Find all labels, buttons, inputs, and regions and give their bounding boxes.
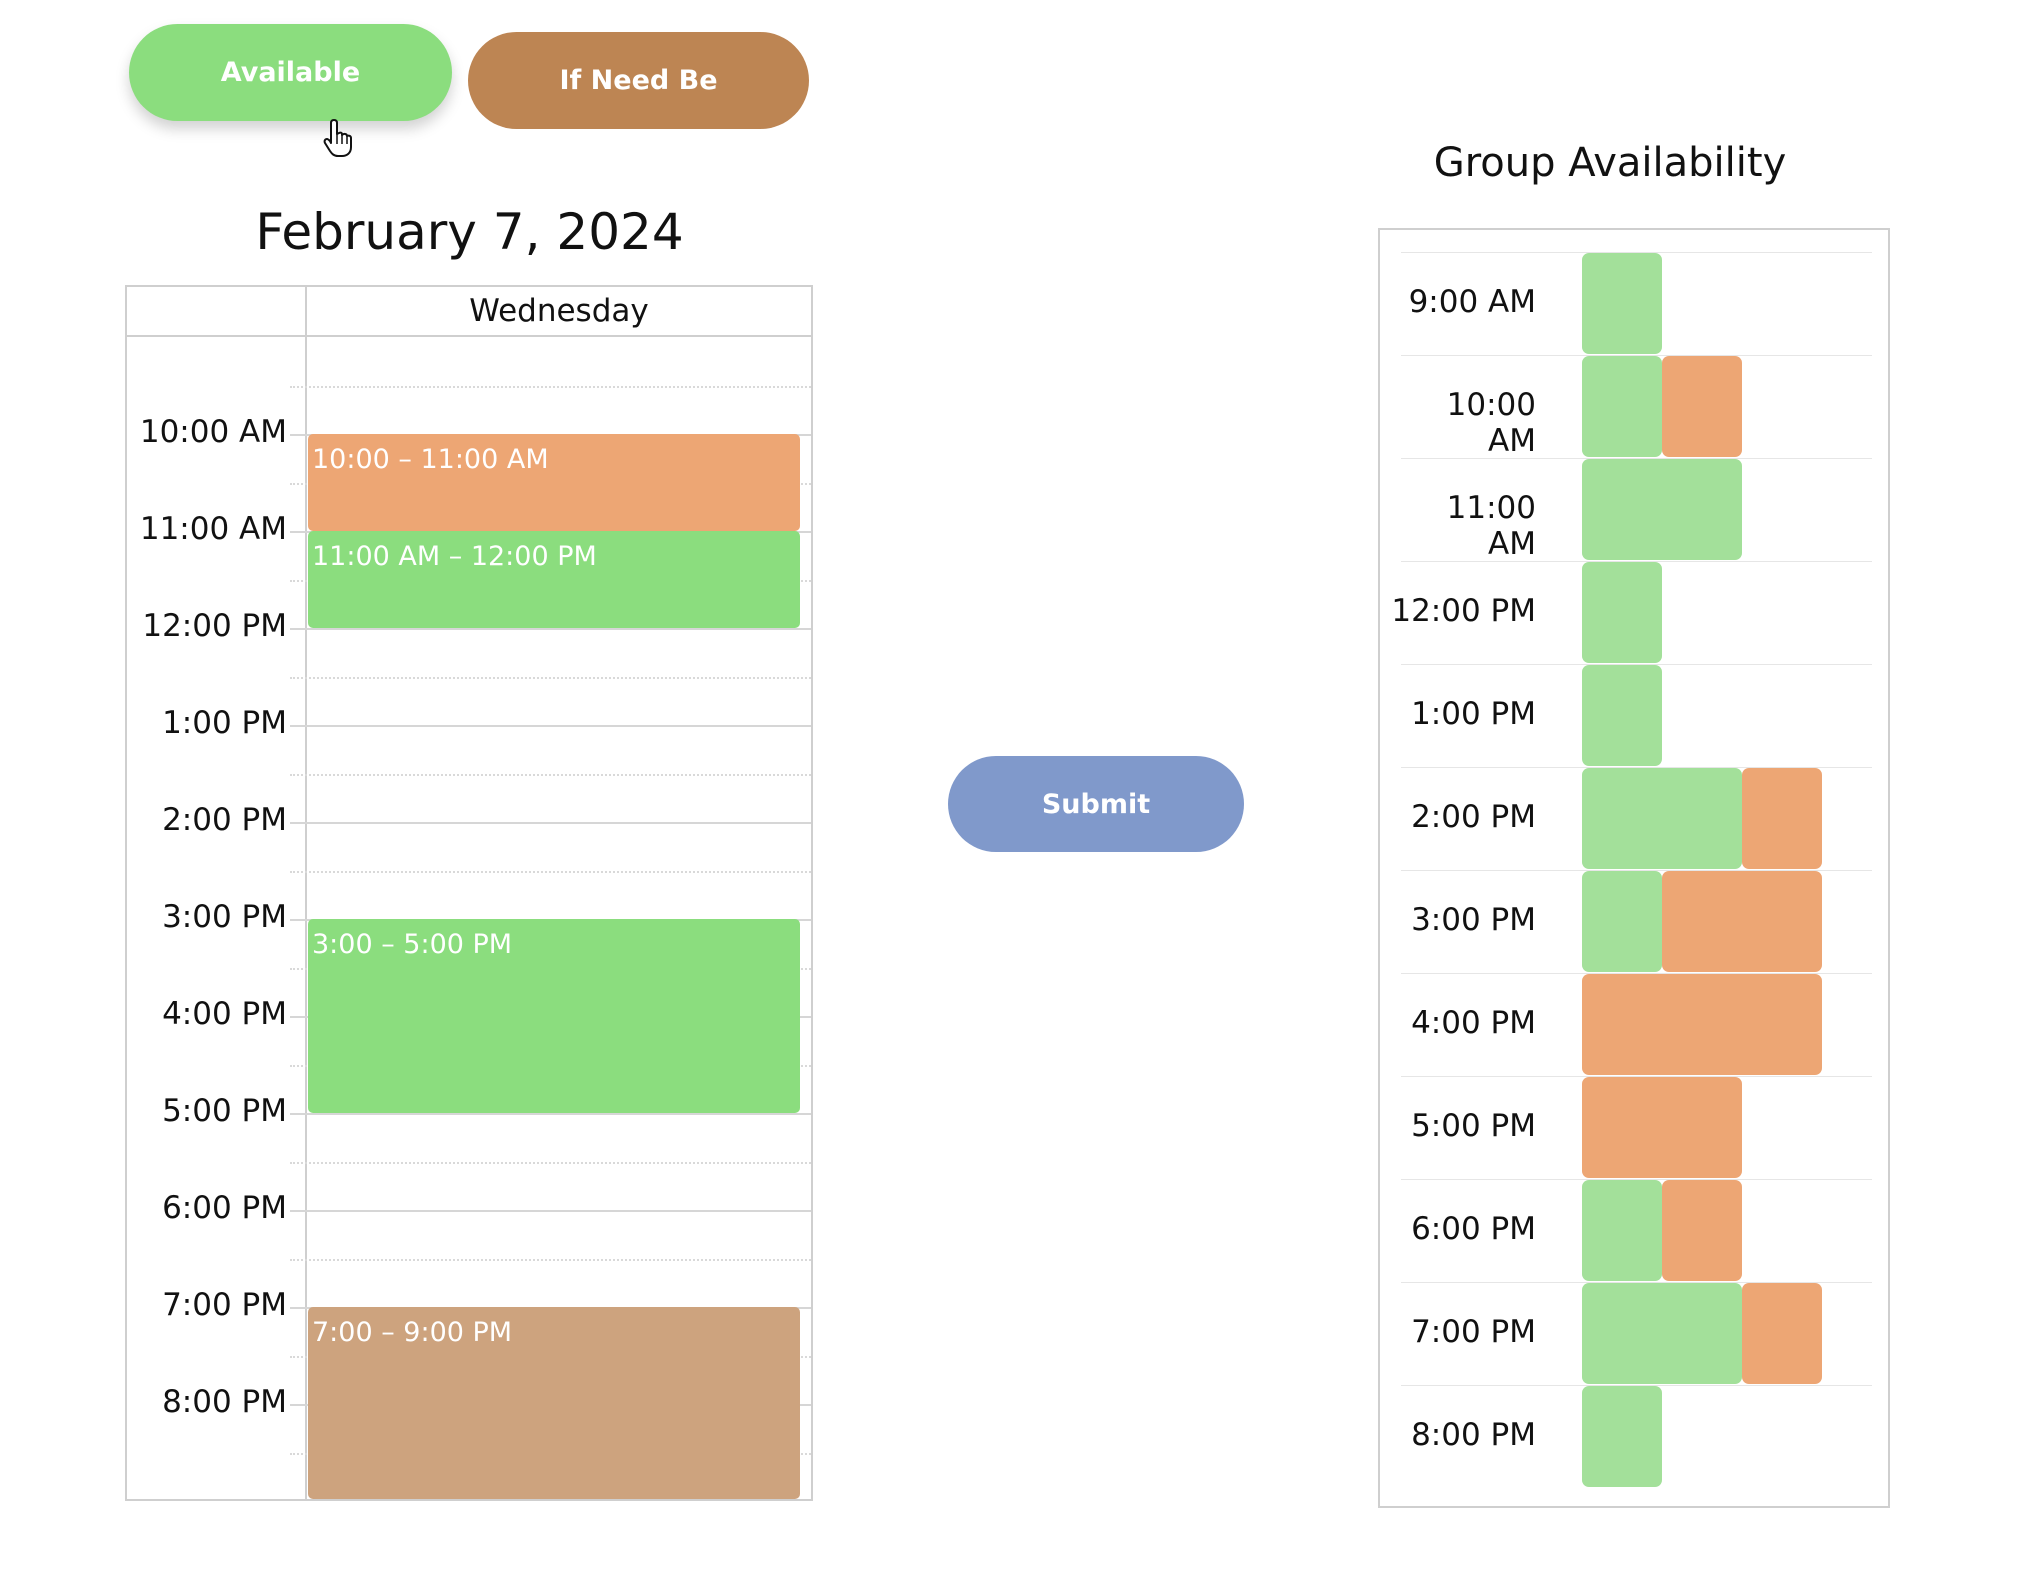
event-time-label: 3:00 – 5:00 PM xyxy=(312,929,513,960)
day-column-header: Wednesday xyxy=(469,293,649,329)
hour-line xyxy=(290,628,811,630)
group-time-label: 3:00 PM xyxy=(1411,902,1536,938)
time-label: 4:00 PM xyxy=(162,996,287,1032)
time-label: 10:00 AM xyxy=(139,414,287,450)
group-time-label: 11:00 AM xyxy=(1446,490,1536,562)
half-hour-line xyxy=(290,870,811,873)
group-time-label: 1:00 PM xyxy=(1411,696,1536,732)
available-count-bar xyxy=(1582,768,1742,869)
submit-button[interactable]: Submit xyxy=(948,756,1244,852)
if-need-be-count-bar xyxy=(1662,356,1742,457)
time-label: 3:00 PM xyxy=(162,899,287,935)
time-label: 6:00 PM xyxy=(162,1190,287,1226)
half-hour-line xyxy=(290,773,811,776)
available-count-bar xyxy=(1582,665,1662,766)
if-need-be-count-bar xyxy=(1662,1180,1742,1281)
hour-line xyxy=(290,1113,811,1115)
half-hour-line xyxy=(290,1161,811,1164)
group-time-label: 6:00 PM xyxy=(1411,1211,1536,1247)
if-need-be-count-bar xyxy=(1662,871,1822,972)
if-need-be-count-bar xyxy=(1582,974,1822,1075)
available-count-bar xyxy=(1582,871,1662,972)
calendar-event[interactable]: 10:00 – 11:00 AM xyxy=(308,434,800,531)
available-count-bar xyxy=(1582,562,1662,663)
group-time-label: 7:00 PM xyxy=(1411,1314,1536,1350)
available-count-bar xyxy=(1582,1180,1662,1281)
if-need-be-button[interactable]: If Need Be xyxy=(468,32,809,129)
time-label: 12:00 PM xyxy=(142,608,287,644)
time-label: 2:00 PM xyxy=(162,802,287,838)
group-time-label: 5:00 PM xyxy=(1411,1108,1536,1144)
available-count-bar xyxy=(1582,1283,1742,1384)
time-label: 7:00 PM xyxy=(162,1287,287,1323)
calendar-event[interactable]: 3:00 – 5:00 PM xyxy=(308,919,800,1113)
group-availability-title: Group Availability xyxy=(1433,140,1787,186)
available-count-bar xyxy=(1582,356,1662,457)
time-label: 1:00 PM xyxy=(162,705,287,741)
if-need-be-count-bar xyxy=(1742,768,1822,869)
time-gutter-header xyxy=(127,287,307,335)
hour-line xyxy=(290,822,811,824)
gutter-divider xyxy=(305,337,307,1499)
day-calendar[interactable]: Wednesday 10:00 AM 11:00 AM 12:00 PM 1:00 P… xyxy=(125,285,813,1501)
time-label: 8:00 PM xyxy=(162,1384,287,1420)
hour-line xyxy=(290,1210,811,1212)
available-button[interactable]: Available xyxy=(129,24,452,121)
event-time-label: 10:00 – 11:00 AM xyxy=(312,444,549,475)
half-hour-line xyxy=(290,1258,811,1261)
if-need-be-count-bar xyxy=(1742,1283,1822,1384)
available-count-bar xyxy=(1582,253,1662,354)
group-time-label: 2:00 PM xyxy=(1411,799,1536,835)
available-count-bar xyxy=(1582,459,1742,560)
half-hour-line xyxy=(290,385,811,388)
group-time-label: 8:00 PM xyxy=(1411,1417,1536,1453)
event-time-label: 7:00 – 9:00 PM xyxy=(312,1317,513,1348)
event-time-label: 11:00 AM – 12:00 PM xyxy=(312,541,597,572)
group-time-label: 9:00 AM xyxy=(1408,284,1536,320)
hour-line xyxy=(290,725,811,727)
group-time-label: 4:00 PM xyxy=(1411,1005,1536,1041)
calendar-date-title: February 7, 2024 xyxy=(255,203,684,261)
group-time-label: 12:00 PM xyxy=(1391,593,1536,629)
if-need-be-count-bar xyxy=(1582,1077,1742,1178)
half-hour-line xyxy=(290,676,811,679)
time-label: 5:00 PM xyxy=(162,1093,287,1129)
calendar-header: Wednesday xyxy=(127,287,811,337)
hand-pointer-cursor-icon xyxy=(323,119,352,157)
group-time-label: 10:00 AM xyxy=(1446,387,1536,459)
time-label: 11:00 AM xyxy=(139,511,287,547)
calendar-event[interactable]: 11:00 AM – 12:00 PM xyxy=(308,531,800,628)
group-availability-panel: 9:00 AM 10:00 AM 11:00 AM 12:00 PM 1:00 PM 2:… xyxy=(1378,228,1890,1508)
available-count-bar xyxy=(1582,1386,1662,1487)
calendar-event[interactable]: 7:00 – 9:00 PM xyxy=(308,1307,800,1499)
